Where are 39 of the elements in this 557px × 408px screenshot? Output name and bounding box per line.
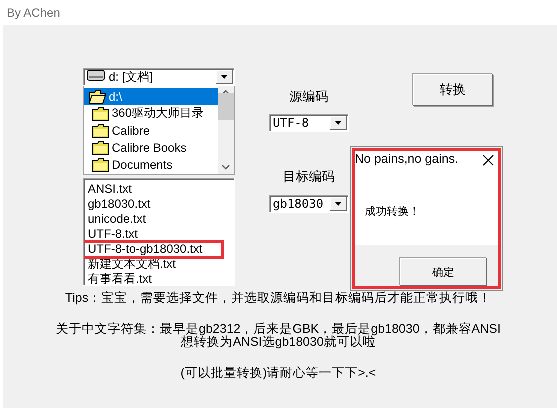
scrollbar[interactable] [218, 86, 234, 174]
scrollbar-thumb[interactable] [218, 92, 234, 120]
dropdown-arrow-icon [335, 121, 342, 125]
dialog-title: No pains,no gains. [355, 152, 459, 166]
ok-button[interactable]: 确定 [400, 258, 487, 286]
folder-item[interactable]: Calibre [84, 122, 218, 139]
file-item[interactable]: 新建文本文档.txt [87, 257, 176, 272]
file-item[interactable]: 有事看看.txt [87, 272, 152, 285]
folder-item[interactable]: Documents [84, 156, 218, 173]
dropdown-arrow-icon [335, 202, 342, 206]
file-item[interactable]: UTF-8-to-gb18030.txt [84, 242, 222, 257]
folder-icon [92, 124, 109, 138]
window-title: By AChen [6, 4, 62, 22]
drive-dropdown[interactable]: d: [文档] [83, 68, 235, 86]
folder-icon [92, 158, 109, 172]
note-text: Tips：宝宝，需要选择文件，并选取源编码和目标编码后才能正常执行哦！ [65, 292, 492, 305]
dialog-message: 成功转换！ [365, 205, 420, 219]
open-folder-icon [89, 90, 106, 104]
note-text: (可以批量转换)请耐心等一下下>.< [180, 367, 376, 380]
folder-item[interactable]: 360驱动大师目录 [84, 105, 218, 122]
target-encoding-dropdown[interactable]: gb18030 [269, 195, 349, 213]
file-item[interactable]: UTF-8.txt [87, 227, 138, 242]
note-text: 关于中文字符集：最早是gb2312，后来是GBK，最后是gb18030，都兼容ANSI [56, 323, 501, 336]
file-item[interactable]: unicode.txt [87, 212, 146, 227]
folder-item[interactable]: d:\ [84, 88, 218, 105]
target-encoding-label: 目标编码 [282, 168, 336, 186]
file-item[interactable]: gb18030.txt [87, 197, 151, 212]
drive-icon [87, 70, 105, 81]
note-text: 想转换为ANSI选gb18030就可以啦 [181, 336, 376, 349]
folder-icon [92, 106, 109, 120]
dropdown-arrow-icon [221, 75, 228, 79]
source-encoding-dropdown[interactable]: UTF-8 [269, 114, 349, 132]
source-encoding-label: 源编码 [288, 88, 330, 106]
close-icon[interactable] [483, 155, 494, 166]
convert-button[interactable]: 转换 [413, 74, 493, 106]
scroll-down-icon[interactable] [222, 165, 230, 170]
file-item[interactable]: ANSI.txt [87, 182, 132, 197]
folder-icon [92, 140, 109, 154]
folder-item[interactable]: Calibre Books [84, 139, 218, 156]
